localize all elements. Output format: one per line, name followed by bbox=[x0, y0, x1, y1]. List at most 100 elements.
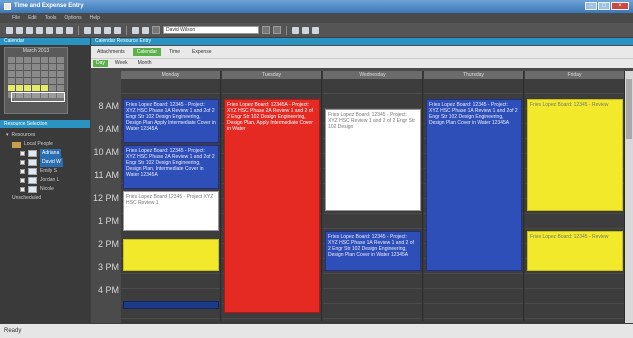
menu-file[interactable]: File bbox=[12, 15, 20, 21]
minimize-button[interactable]: – bbox=[585, 2, 597, 10]
checkbox[interactable] bbox=[20, 187, 25, 192]
folder-icon bbox=[12, 141, 21, 148]
prev-resource-button[interactable] bbox=[152, 26, 160, 34]
toolbar-separator bbox=[78, 25, 79, 35]
tree-item-person[interactable]: Nicole bbox=[6, 185, 90, 194]
left-panel: Calendar March 2013 Resource Selection ▾… bbox=[0, 38, 90, 323]
selected-week-highlight bbox=[11, 92, 65, 102]
time-label: 2 PM bbox=[97, 239, 119, 249]
appointment[interactable]: Fries Lopez Board: 12345 - Review bbox=[527, 99, 623, 211]
checkbox[interactable] bbox=[20, 169, 25, 174]
help-icon[interactable] bbox=[312, 26, 319, 34]
tab-time[interactable]: Time bbox=[165, 48, 184, 56]
time-label: 9 AM bbox=[98, 124, 119, 134]
close-button[interactable]: × bbox=[611, 2, 629, 10]
resources-panel-header: Resource Selection bbox=[0, 120, 90, 128]
window-controls: – □ × bbox=[585, 2, 629, 10]
toolbar-separator bbox=[286, 25, 287, 35]
tab-day[interactable]: Day bbox=[93, 60, 108, 67]
tree-item-person[interactable]: Emily S bbox=[6, 167, 90, 176]
scrollbar-thumb[interactable] bbox=[626, 79, 632, 139]
time-label: 4 PM bbox=[97, 285, 119, 295]
checkbox[interactable] bbox=[20, 151, 25, 156]
paste-icon[interactable] bbox=[56, 26, 63, 34]
appointment[interactable]: Fries Lopez Board: 12345 - Project: XYZ … bbox=[426, 99, 522, 271]
day-header-wednesday[interactable]: Wednesday bbox=[323, 71, 423, 79]
new-icon[interactable] bbox=[6, 26, 13, 34]
toolbar: David Wilson bbox=[0, 23, 633, 37]
tree-item-person[interactable]: Jordan L bbox=[6, 176, 90, 185]
print-icon[interactable] bbox=[36, 26, 43, 34]
resource-tree: ▾ Resources Local People Adriana David W … bbox=[0, 128, 90, 203]
tree-item-person[interactable]: Adriana bbox=[6, 149, 90, 158]
appointment[interactable]: Fries Lopez Board: 12345A - Project: XYZ… bbox=[224, 99, 320, 313]
tree-item-resources[interactable]: ▾ Resources bbox=[6, 131, 90, 140]
day-header-monday[interactable]: Monday bbox=[121, 71, 221, 79]
checkbox[interactable] bbox=[20, 160, 25, 165]
tree-item-unscheduled[interactable]: Unscheduled bbox=[6, 194, 90, 203]
main-panel: Calendar Resource Entry Attachments Cale… bbox=[91, 38, 633, 323]
week-schedule-grid[interactable]: 8 AM 9 AM 10 AM 11 AM 12 PM 1 PM 2 PM 3 … bbox=[91, 71, 625, 323]
next-resource-button[interactable] bbox=[273, 26, 281, 34]
day-header-thursday[interactable]: Thursday bbox=[424, 71, 524, 79]
person-icon bbox=[28, 159, 37, 166]
time-label: 3 PM bbox=[97, 262, 119, 272]
appointment[interactable]: Fries Lopez Board: 12345 - Review bbox=[527, 231, 623, 271]
filter-icon[interactable] bbox=[94, 26, 101, 34]
menu-options[interactable]: Options bbox=[64, 15, 81, 21]
app-icon bbox=[4, 3, 11, 10]
delete-icon[interactable] bbox=[26, 26, 33, 34]
appointment[interactable]: Fries Lopez Board: 12345 - Project: XYZ … bbox=[325, 231, 421, 271]
time-ruler: 8 AM 9 AM 10 AM 11 AM 12 PM 1 PM 2 PM 3 … bbox=[91, 71, 121, 323]
menu-edit[interactable]: Edit bbox=[28, 15, 37, 21]
resources-panel: Resource Selection ▾ Resources Local Peop… bbox=[0, 120, 90, 203]
appointment[interactable]: Fries Lopez Board: 12345 - Project: XYZ … bbox=[325, 109, 421, 211]
person-icon bbox=[28, 186, 37, 193]
mini-calendar: March 2013 bbox=[4, 47, 68, 114]
title-bar: Time and Expense Entry – □ × bbox=[0, 0, 633, 13]
appointment[interactable]: Fries Lopez Board: 12345 - Project: XYZ … bbox=[123, 145, 219, 189]
view-tabs: Day Week Month bbox=[91, 58, 633, 68]
find-icon[interactable] bbox=[84, 26, 91, 34]
user-icon[interactable] bbox=[142, 26, 149, 34]
appointment[interactable]: Fries Lopez Board: 12345 - Project: XYZ … bbox=[123, 99, 219, 143]
save-icon[interactable] bbox=[16, 26, 23, 34]
checkbox[interactable] bbox=[20, 178, 25, 183]
calendar-icon[interactable] bbox=[292, 26, 299, 34]
time-label: 12 PM bbox=[92, 193, 119, 203]
tab-month[interactable]: Month bbox=[135, 60, 155, 67]
time-label: 8 AM bbox=[98, 101, 119, 111]
settings-icon[interactable] bbox=[302, 26, 309, 34]
menu-bar: File Edit Tools Options Help bbox=[0, 13, 633, 23]
appointment[interactable]: Fries Lopez Board 12345 - Project XYZ HS… bbox=[123, 191, 219, 231]
tab-attachments[interactable]: Attachments bbox=[93, 48, 129, 56]
refresh-icon[interactable] bbox=[66, 26, 73, 34]
day-header-friday[interactable]: Friday bbox=[525, 71, 625, 79]
tree-item-person[interactable]: David W bbox=[6, 158, 90, 167]
toolbar-separator bbox=[126, 25, 127, 35]
tab-expense[interactable]: Expense bbox=[188, 48, 215, 56]
tab-calendar[interactable]: Calendar bbox=[132, 48, 162, 56]
app-window: Time and Expense Entry – □ × File Edit T… bbox=[0, 0, 633, 338]
vertical-scrollbar[interactable] bbox=[625, 71, 633, 323]
time-label: 11 AM bbox=[94, 170, 119, 180]
person-icon bbox=[28, 150, 37, 157]
appointment[interactable] bbox=[123, 301, 219, 309]
resource-field[interactable]: David Wilson bbox=[163, 26, 259, 34]
tree-item-local-people[interactable]: Local People bbox=[6, 140, 90, 149]
resource-dropdown-button[interactable] bbox=[262, 26, 270, 34]
lock-icon[interactable] bbox=[132, 26, 139, 34]
day-header-tuesday[interactable]: Tuesday bbox=[222, 71, 322, 79]
expand-icon[interactable]: ▾ bbox=[6, 131, 9, 140]
time-label: 1 PM bbox=[97, 216, 119, 226]
tab-week[interactable]: Week bbox=[112, 60, 131, 67]
menu-tools[interactable]: Tools bbox=[45, 15, 57, 21]
menu-help[interactable]: Help bbox=[90, 15, 100, 21]
redo-icon[interactable] bbox=[114, 26, 121, 34]
appointment[interactable] bbox=[123, 239, 219, 271]
calendar-panel-header: Calendar bbox=[0, 38, 90, 45]
maximize-button[interactable]: □ bbox=[598, 2, 610, 10]
copy-icon[interactable] bbox=[46, 26, 53, 34]
undo-icon[interactable] bbox=[104, 26, 111, 34]
person-icon bbox=[28, 168, 37, 175]
